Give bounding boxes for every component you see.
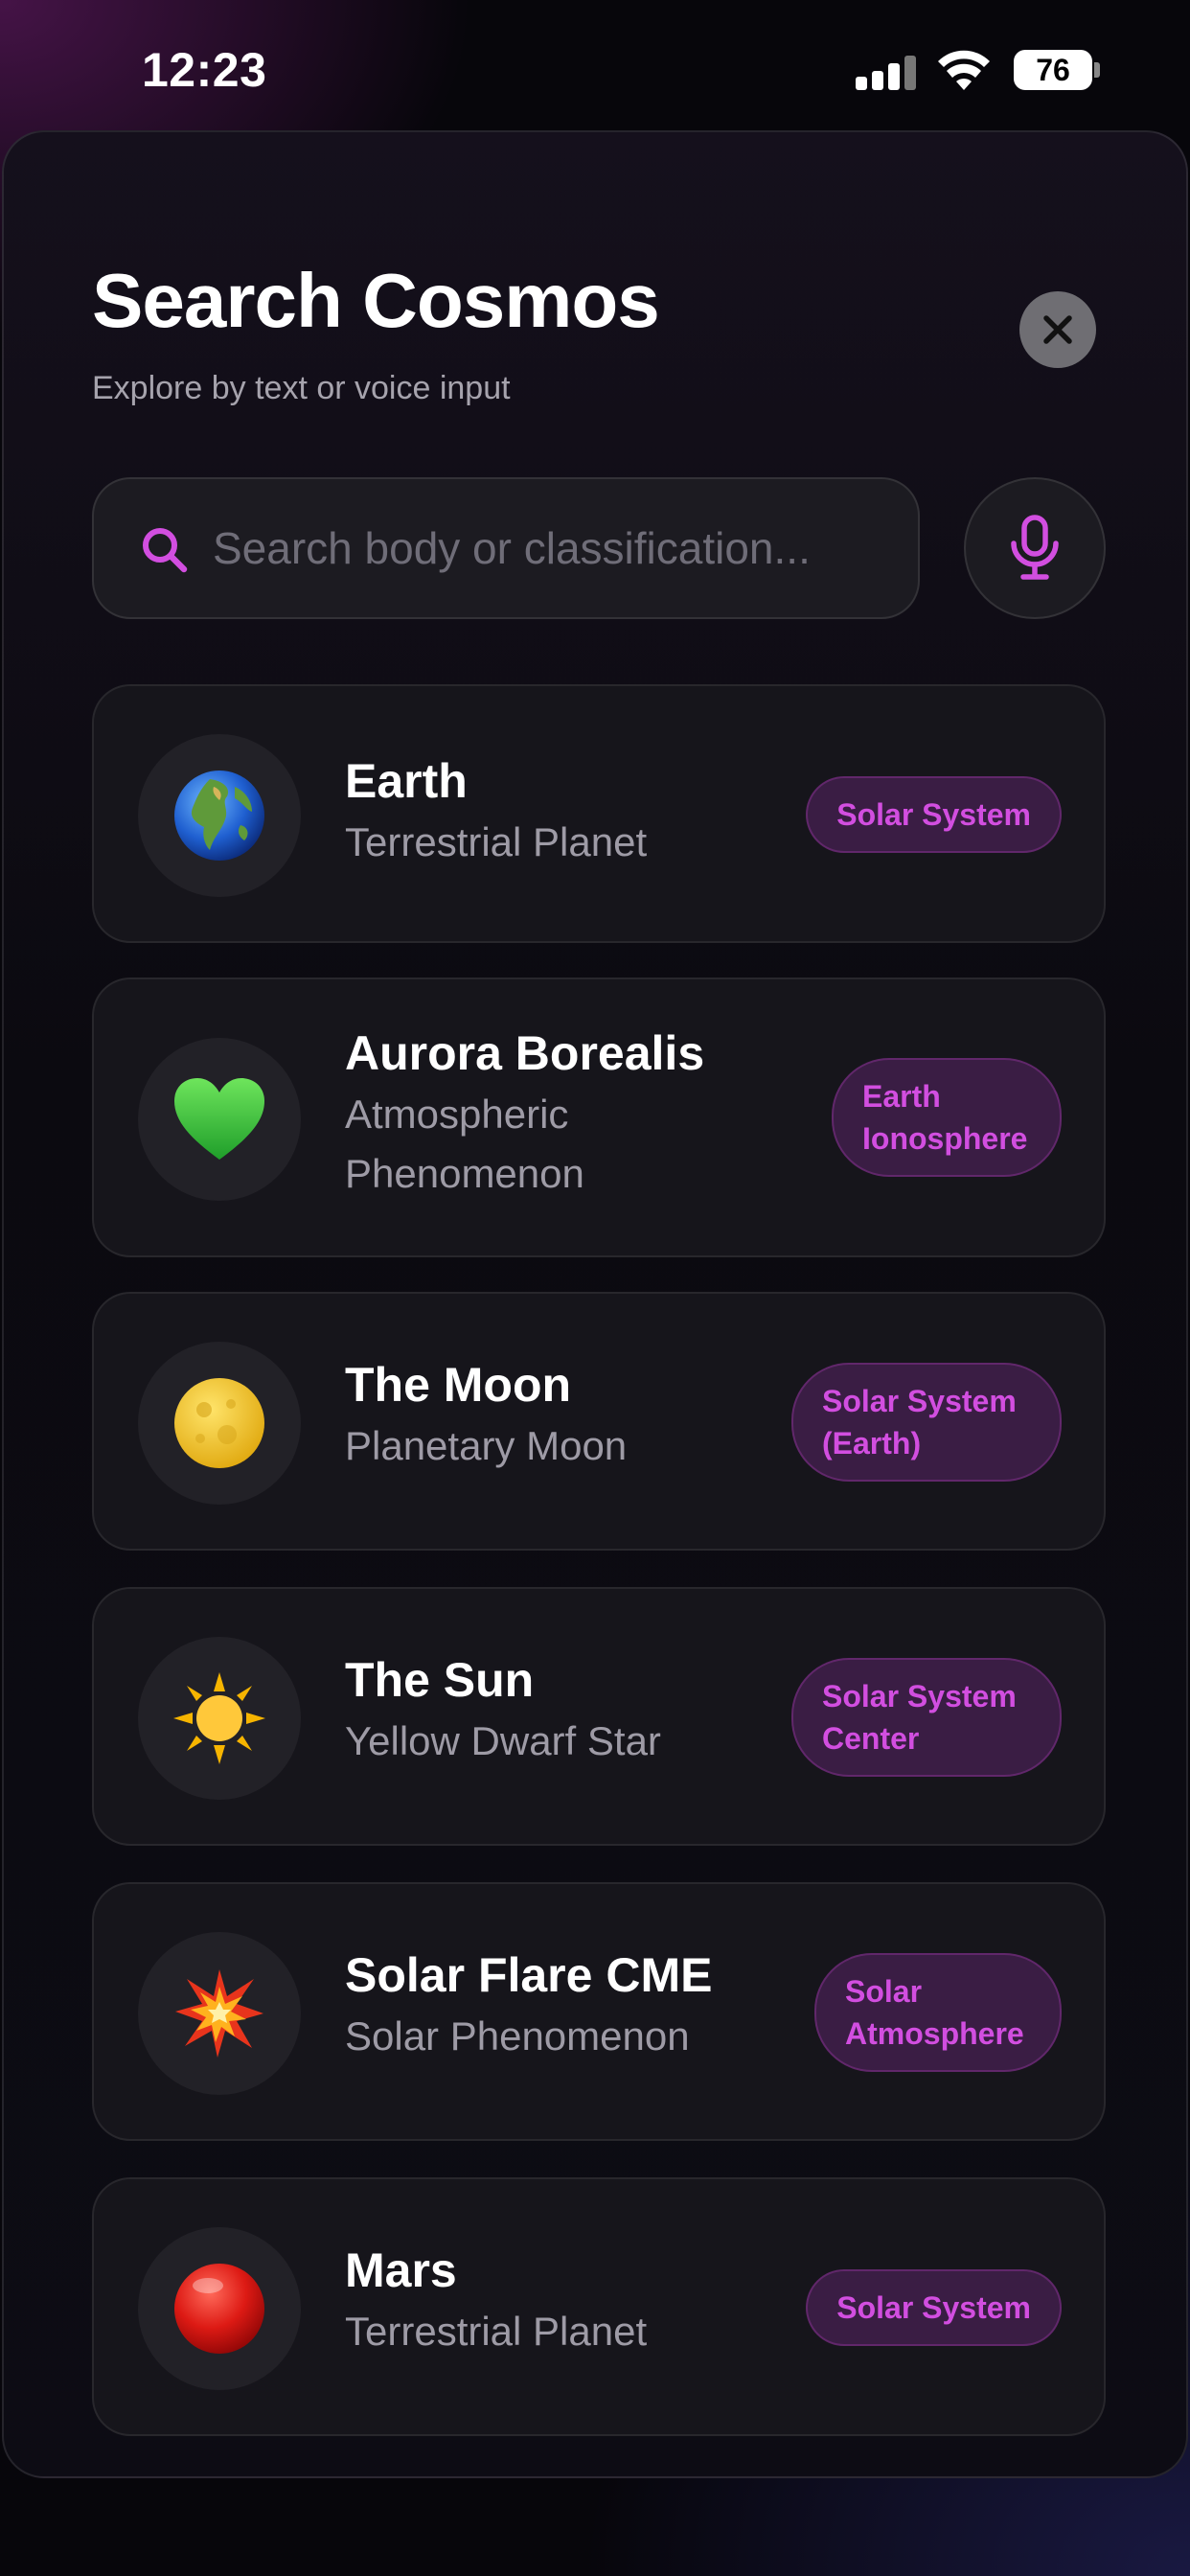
search-field[interactable] [92,477,920,619]
result-type: Terrestrial Planet [345,819,648,864]
page-subtitle: Explore by text or voice input [92,370,511,406]
result-type: Atmospheric Phenomenon [345,1092,584,1196]
result-location-badge: Earth Ionosphere [832,1058,1062,1177]
full-moon-icon [174,1378,264,1468]
screen: 12:23 76 Search Cosmos Explore by text o… [0,0,1190,2576]
microphone-icon [1011,515,1059,580]
result-location-badge: Solar System [806,2269,1062,2346]
results-list: Earth Terrestrial Planet Solar System Au… [92,684,1106,2476]
badge-label: Solar System [836,797,1031,832]
result-avatar [138,1637,301,1800]
earth-globe-icon [174,770,264,861]
search-sheet: Search Cosmos Explore by text or voice i… [2,130,1188,2478]
result-avatar [138,1342,301,1505]
result-name: Earth [345,754,468,808]
result-location-badge: Solar System [806,776,1062,853]
battery-icon: 76 [1014,50,1100,90]
sun-icon [173,1672,265,1764]
result-name: The Moon [345,1358,572,1412]
result-type: Yellow Dwarf Star [345,1718,661,1763]
result-avatar [138,1038,301,1201]
result-type: Solar Phenomenon [345,2013,690,2058]
result-location-badge: Solar System (Earth) [791,1363,1062,1482]
search-icon [143,528,188,573]
close-icon [1043,315,1072,344]
result-card-solar-flare-cme[interactable]: Solar Flare CME Solar Phenomenon Solar A… [92,1882,1106,2141]
voice-search-button[interactable] [964,477,1106,619]
result-card-earth[interactable]: Earth Terrestrial Planet Solar System [92,684,1106,943]
close-button[interactable] [1019,291,1096,368]
search-input[interactable] [213,479,883,617]
result-avatar [138,1932,301,2095]
badge-label: Earth Ionosphere [862,1079,1028,1156]
result-avatar [138,734,301,897]
wifi-icon [938,50,990,90]
result-location-badge: Solar Atmosphere [814,1953,1062,2072]
badge-label: Solar System Center [822,1679,1017,1756]
result-type: Planetary Moon [345,1423,628,1468]
result-card-the-sun[interactable]: The Sun Yellow Dwarf Star Solar System C… [92,1587,1106,1846]
result-name: Mars [345,2243,457,2297]
result-card-mars[interactable]: Mars Terrestrial Planet Solar System [92,2177,1106,2436]
result-card-aurora-borealis[interactable]: Aurora Borealis Atmospheric Phenomenon E… [92,978,1106,1257]
result-card-the-moon[interactable]: The Moon Planetary Moon Solar System (Ea… [92,1292,1106,1551]
collision-burst-icon [175,1969,263,2058]
status-bar: 12:23 76 [0,0,1190,134]
status-time: 12:23 [142,43,267,97]
result-location-badge: Solar System Center [791,1658,1062,1777]
battery-level: 76 [1014,50,1092,90]
page-title: Search Cosmos [92,258,660,343]
result-name: Solar Flare CME [345,1948,713,2002]
result-name: The Sun [345,1653,535,1707]
result-avatar [138,2227,301,2390]
badge-label: Solar Atmosphere [845,1974,1024,2051]
badge-label: Solar System [836,2290,1031,2325]
result-name: Aurora Borealis [345,1026,705,1080]
green-heart-icon [174,1078,264,1160]
red-circle-icon [174,2264,264,2354]
badge-label: Solar System (Earth) [822,1384,1017,1460]
cellular-signal-icon [856,56,917,90]
result-type: Terrestrial Planet [345,2309,648,2354]
